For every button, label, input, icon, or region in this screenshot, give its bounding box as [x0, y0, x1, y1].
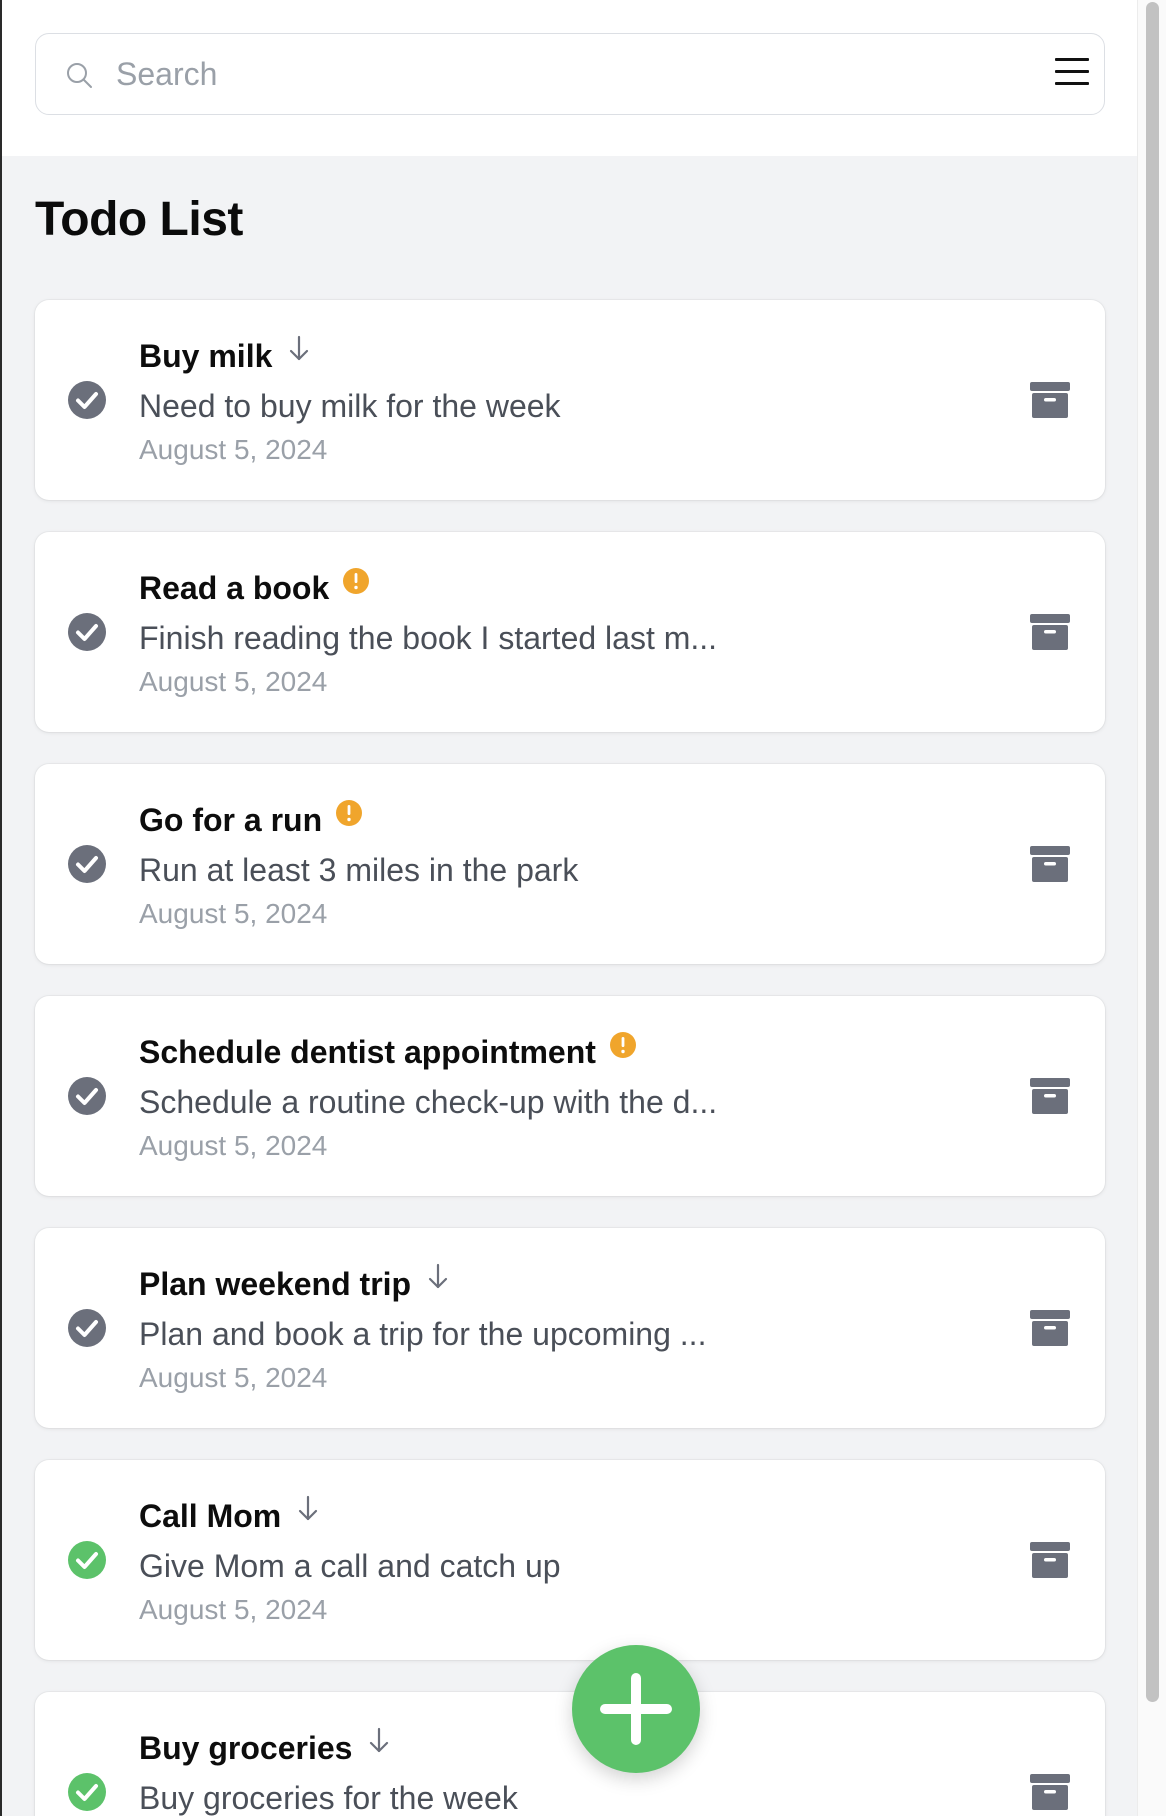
archive-icon[interactable]	[1030, 1540, 1070, 1580]
exclamation-circle-icon	[609, 1032, 636, 1058]
archive-icon[interactable]	[1030, 612, 1070, 652]
todo-card[interactable]: Schedule dentist appointment Schedule a …	[35, 996, 1105, 1196]
todo-description: Give Mom a call and catch up	[139, 1548, 561, 1584]
arrow-down-icon	[428, 1263, 448, 1289]
todo-description: Need to buy milk for the week	[139, 388, 561, 424]
todo-title: Go for a run	[139, 802, 323, 838]
todo-title: Buy groceries	[139, 1730, 353, 1766]
archive-icon[interactable]	[1030, 1772, 1070, 1812]
check-circle-icon[interactable]	[67, 612, 107, 652]
header	[2, 0, 1137, 156]
todo-title-row: Call Mom	[139, 1495, 323, 1540]
todo-date: August 5, 2024	[139, 1362, 328, 1393]
todo-date: August 5, 2024	[139, 434, 328, 465]
exclamation-circle-icon	[336, 800, 363, 826]
archive-icon[interactable]	[1030, 1308, 1070, 1348]
scrollbar-thumb[interactable]	[1146, 2, 1159, 1702]
todo-date: August 5, 2024	[139, 898, 328, 929]
scrollbar[interactable]	[1137, 0, 1166, 1816]
page-title: Todo List	[35, 193, 243, 246]
archive-icon[interactable]	[1030, 1076, 1070, 1116]
check-circle-icon[interactable]	[67, 1308, 107, 1348]
search-bar[interactable]	[35, 33, 1105, 115]
plus-icon	[600, 1673, 672, 1745]
todo-date: August 5, 2024	[139, 1594, 328, 1625]
todo-card[interactable]: Buy milk Need to buy milk for the week A…	[35, 300, 1105, 500]
todo-description: Schedule a routine check-up with the d..…	[139, 1084, 718, 1120]
check-circle-icon[interactable]	[67, 1076, 107, 1116]
todo-date: August 5, 2024	[139, 666, 328, 697]
todo-title: Read a book	[139, 570, 330, 606]
todo-title-row: Read a book	[139, 568, 371, 612]
check-circle-icon[interactable]	[67, 380, 107, 420]
todo-description: Run at least 3 miles in the park	[139, 852, 579, 888]
arrow-down-icon	[299, 1495, 318, 1521]
check-circle-icon[interactable]	[67, 844, 107, 884]
todo-description: Plan and book a trip for the upcoming ..…	[139, 1316, 707, 1352]
check-circle-icon[interactable]	[67, 1772, 107, 1812]
exclamation-circle-icon	[343, 568, 370, 594]
todo-card[interactable]: Go for a run Run at least 3 miles in the…	[35, 764, 1105, 964]
todo-title: Call Mom	[139, 1498, 282, 1534]
todo-title: Schedule dentist appointment	[139, 1034, 596, 1070]
todo-description: Buy groceries for the week	[139, 1780, 518, 1816]
todo-title-row: Buy groceries	[139, 1727, 394, 1772]
todo-card[interactable]: Buy groceries Buy groceries for the week	[35, 1692, 1105, 1816]
arrow-down-icon	[290, 335, 309, 361]
todo-title-row: Schedule dentist appointment	[139, 1032, 638, 1076]
arrow-down-icon	[370, 1727, 389, 1753]
todo-title-row: Buy milk	[139, 335, 314, 380]
archive-icon[interactable]	[1030, 380, 1070, 420]
search-input[interactable]	[116, 48, 1016, 100]
todo-card[interactable]: Call Mom Give Mom a call and catch up Au…	[35, 1460, 1105, 1660]
todo-card[interactable]: Plan weekend trip Plan and book a trip f…	[35, 1228, 1105, 1428]
todo-date: August 5, 2024	[139, 1130, 328, 1161]
todo-description: Finish reading the book I started last m…	[139, 620, 718, 656]
todo-title-row: Go for a run	[139, 800, 364, 844]
todo-card[interactable]: Read a book Finish reading the book I st…	[35, 532, 1105, 732]
todo-title: Buy milk	[139, 338, 273, 374]
todo-title-row: Plan weekend trip	[139, 1263, 453, 1308]
hamburger-menu-icon[interactable]	[1052, 52, 1092, 92]
archive-icon[interactable]	[1030, 844, 1070, 884]
todo-app: Todo List Buy milk Need to buy milk for …	[2, 0, 1137, 1816]
todo-title: Plan weekend trip	[139, 1266, 412, 1302]
check-circle-icon[interactable]	[67, 1540, 107, 1580]
search-icon	[67, 63, 92, 88]
add-todo-button[interactable]	[572, 1645, 700, 1773]
